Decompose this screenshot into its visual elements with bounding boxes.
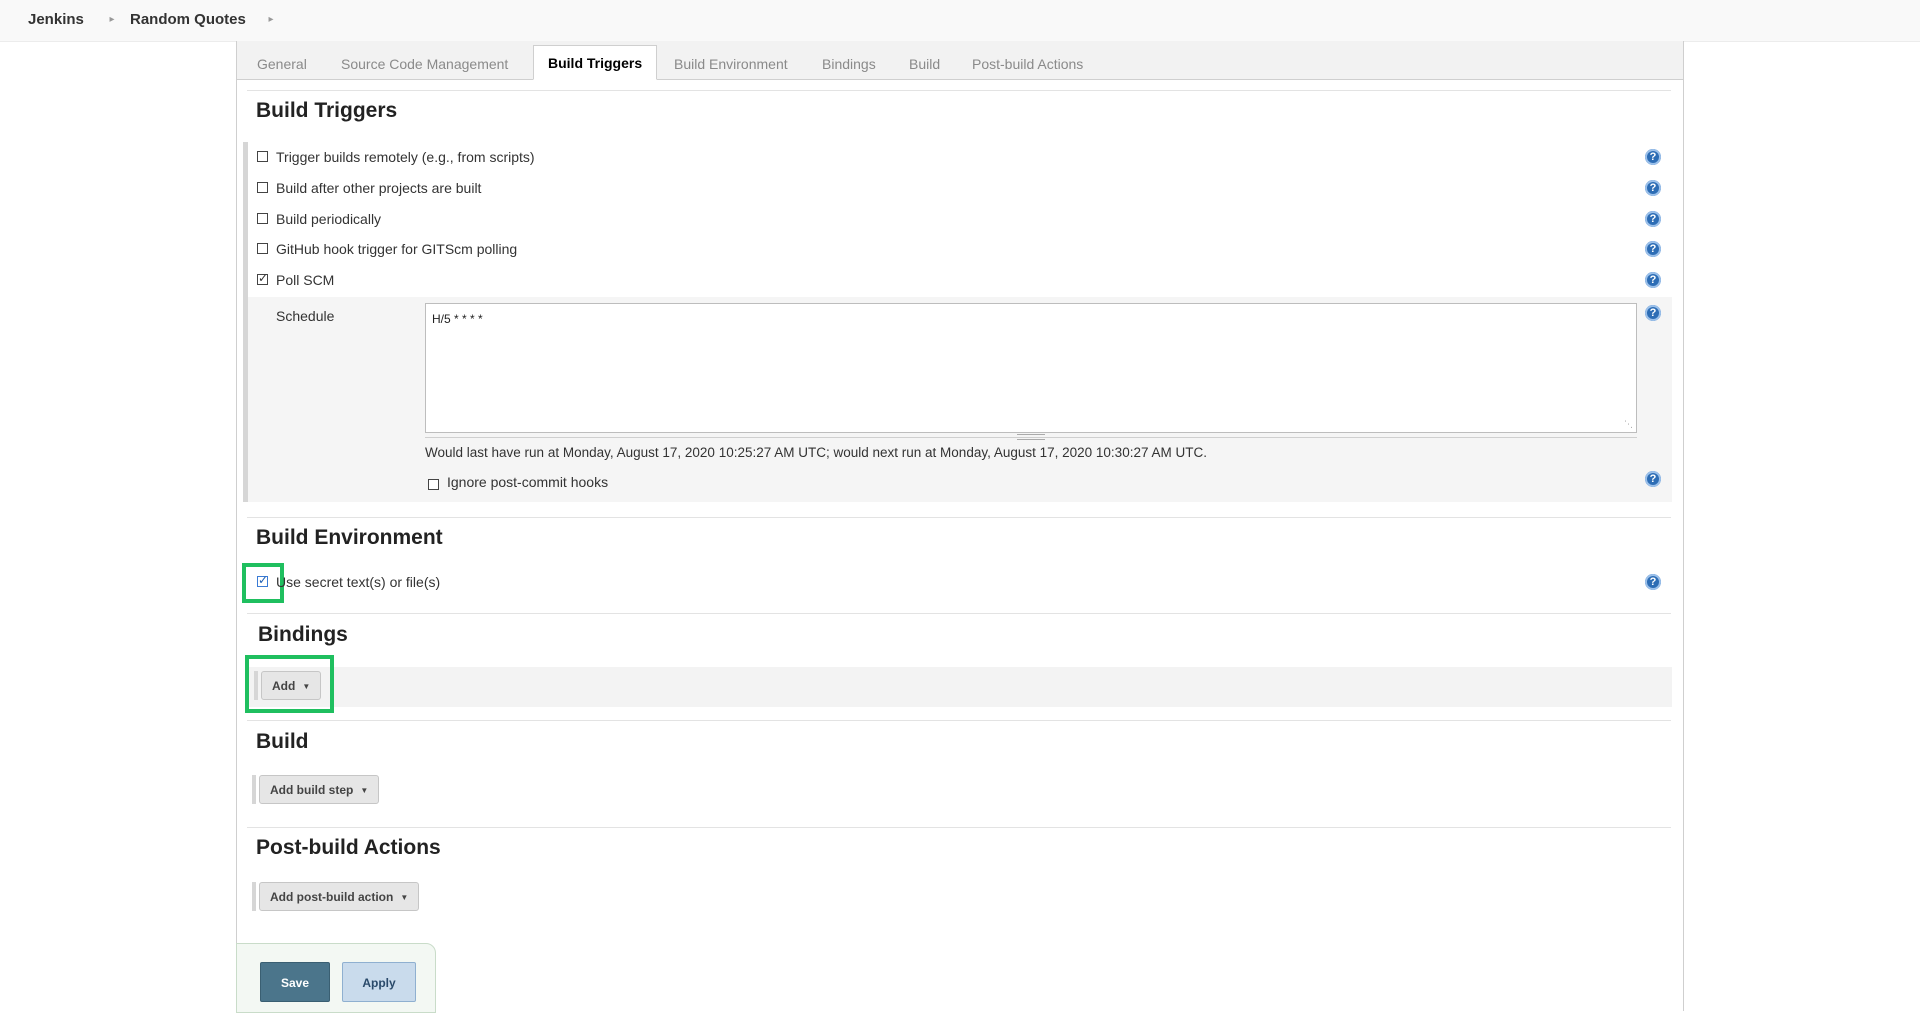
github-hook-label: GitHub hook trigger for GITScm polling [276, 241, 518, 257]
tab-build[interactable]: Build [895, 50, 954, 79]
section-title-bindings: Bindings [258, 623, 348, 646]
add-post-build-action-label: Add post-build action [270, 890, 394, 904]
build-after-checkbox[interactable] [257, 182, 268, 193]
add-build-step-button[interactable]: Add build step ▼ [259, 775, 380, 804]
build-after-label: Build after other projects are built [276, 180, 482, 196]
poll-scm-label: Poll SCM [276, 272, 335, 288]
help-icon[interactable]: ? [1645, 241, 1661, 257]
tab-post-build-actions[interactable]: Post-build Actions [958, 50, 1097, 79]
section-title-post-build-actions: Post-build Actions [256, 836, 441, 859]
schedule-label: Schedule [276, 308, 335, 324]
tab-build-environment[interactable]: Build Environment [660, 50, 802, 79]
breadcrumb-random-quotes[interactable]: Random Quotes [130, 11, 246, 28]
section-title-build: Build [256, 730, 309, 753]
add-post-build-action-button[interactable]: Add post-build action ▼ [259, 882, 420, 911]
tab-bindings[interactable]: Bindings [808, 50, 890, 79]
trigger-remotely-label: Trigger builds remotely (e.g., from scri… [276, 149, 535, 165]
trigger-remotely-checkbox[interactable] [257, 151, 268, 162]
github-hook-checkbox[interactable] [257, 243, 268, 254]
button-indent-bar [252, 882, 256, 911]
ignore-post-commit-label: Ignore post-commit hooks [447, 474, 609, 490]
breadcrumb-separator-icon[interactable]: ▸ [266, 12, 276, 28]
tab-build-triggers[interactable]: Build Triggers [533, 45, 658, 80]
section-divider [247, 90, 1671, 91]
section-divider [247, 613, 1671, 614]
help-icon[interactable]: ? [1645, 180, 1661, 196]
textarea-grip-icon[interactable] [1017, 434, 1045, 440]
schedule-info: Would last have run at Monday, August 17… [425, 445, 1207, 460]
help-icon[interactable]: ? [1645, 574, 1661, 590]
breadcrumb [0, 0, 1920, 42]
section-divider [247, 827, 1671, 828]
section-divider [247, 720, 1671, 721]
section-divider [247, 517, 1671, 518]
apply-button[interactable]: Apply [342, 962, 416, 1002]
use-secret-label: Use secret text(s) or file(s) [276, 574, 441, 590]
build-periodically-label: Build periodically [276, 211, 382, 227]
section-title-build-triggers: Build Triggers [256, 99, 398, 122]
help-icon[interactable]: ? [1645, 211, 1661, 227]
caret-down-icon: ▼ [360, 786, 369, 795]
caret-down-icon: ▼ [400, 893, 409, 902]
highlight-box [245, 655, 334, 713]
help-icon[interactable]: ? [1645, 471, 1661, 487]
help-icon[interactable]: ? [1645, 305, 1661, 321]
save-button[interactable]: Save [260, 962, 330, 1002]
tab-source-code-management[interactable]: Source Code Management [327, 50, 522, 79]
add-build-step-label: Add build step [270, 783, 354, 797]
schedule-textarea[interactable]: H/5 * * * * [425, 303, 1637, 433]
breadcrumb-jenkins[interactable]: Jenkins [28, 11, 84, 28]
resize-handle-icon[interactable]: ⋱ [1624, 419, 1634, 429]
breadcrumb-separator-icon[interactable]: ▸ [107, 12, 117, 28]
ignore-post-commit-checkbox[interactable] [428, 479, 439, 490]
section-title-build-environment: Build Environment [256, 526, 443, 549]
help-icon[interactable]: ? [1645, 149, 1661, 165]
button-indent-bar [252, 775, 256, 804]
build-periodically-checkbox[interactable] [257, 213, 268, 224]
tab-general[interactable]: General [243, 50, 321, 79]
bindings-row [249, 667, 1672, 707]
use-secret-checkbox[interactable] [257, 573, 268, 587]
poll-scm-checkbox[interactable] [257, 271, 268, 285]
help-icon[interactable]: ? [1645, 272, 1661, 288]
